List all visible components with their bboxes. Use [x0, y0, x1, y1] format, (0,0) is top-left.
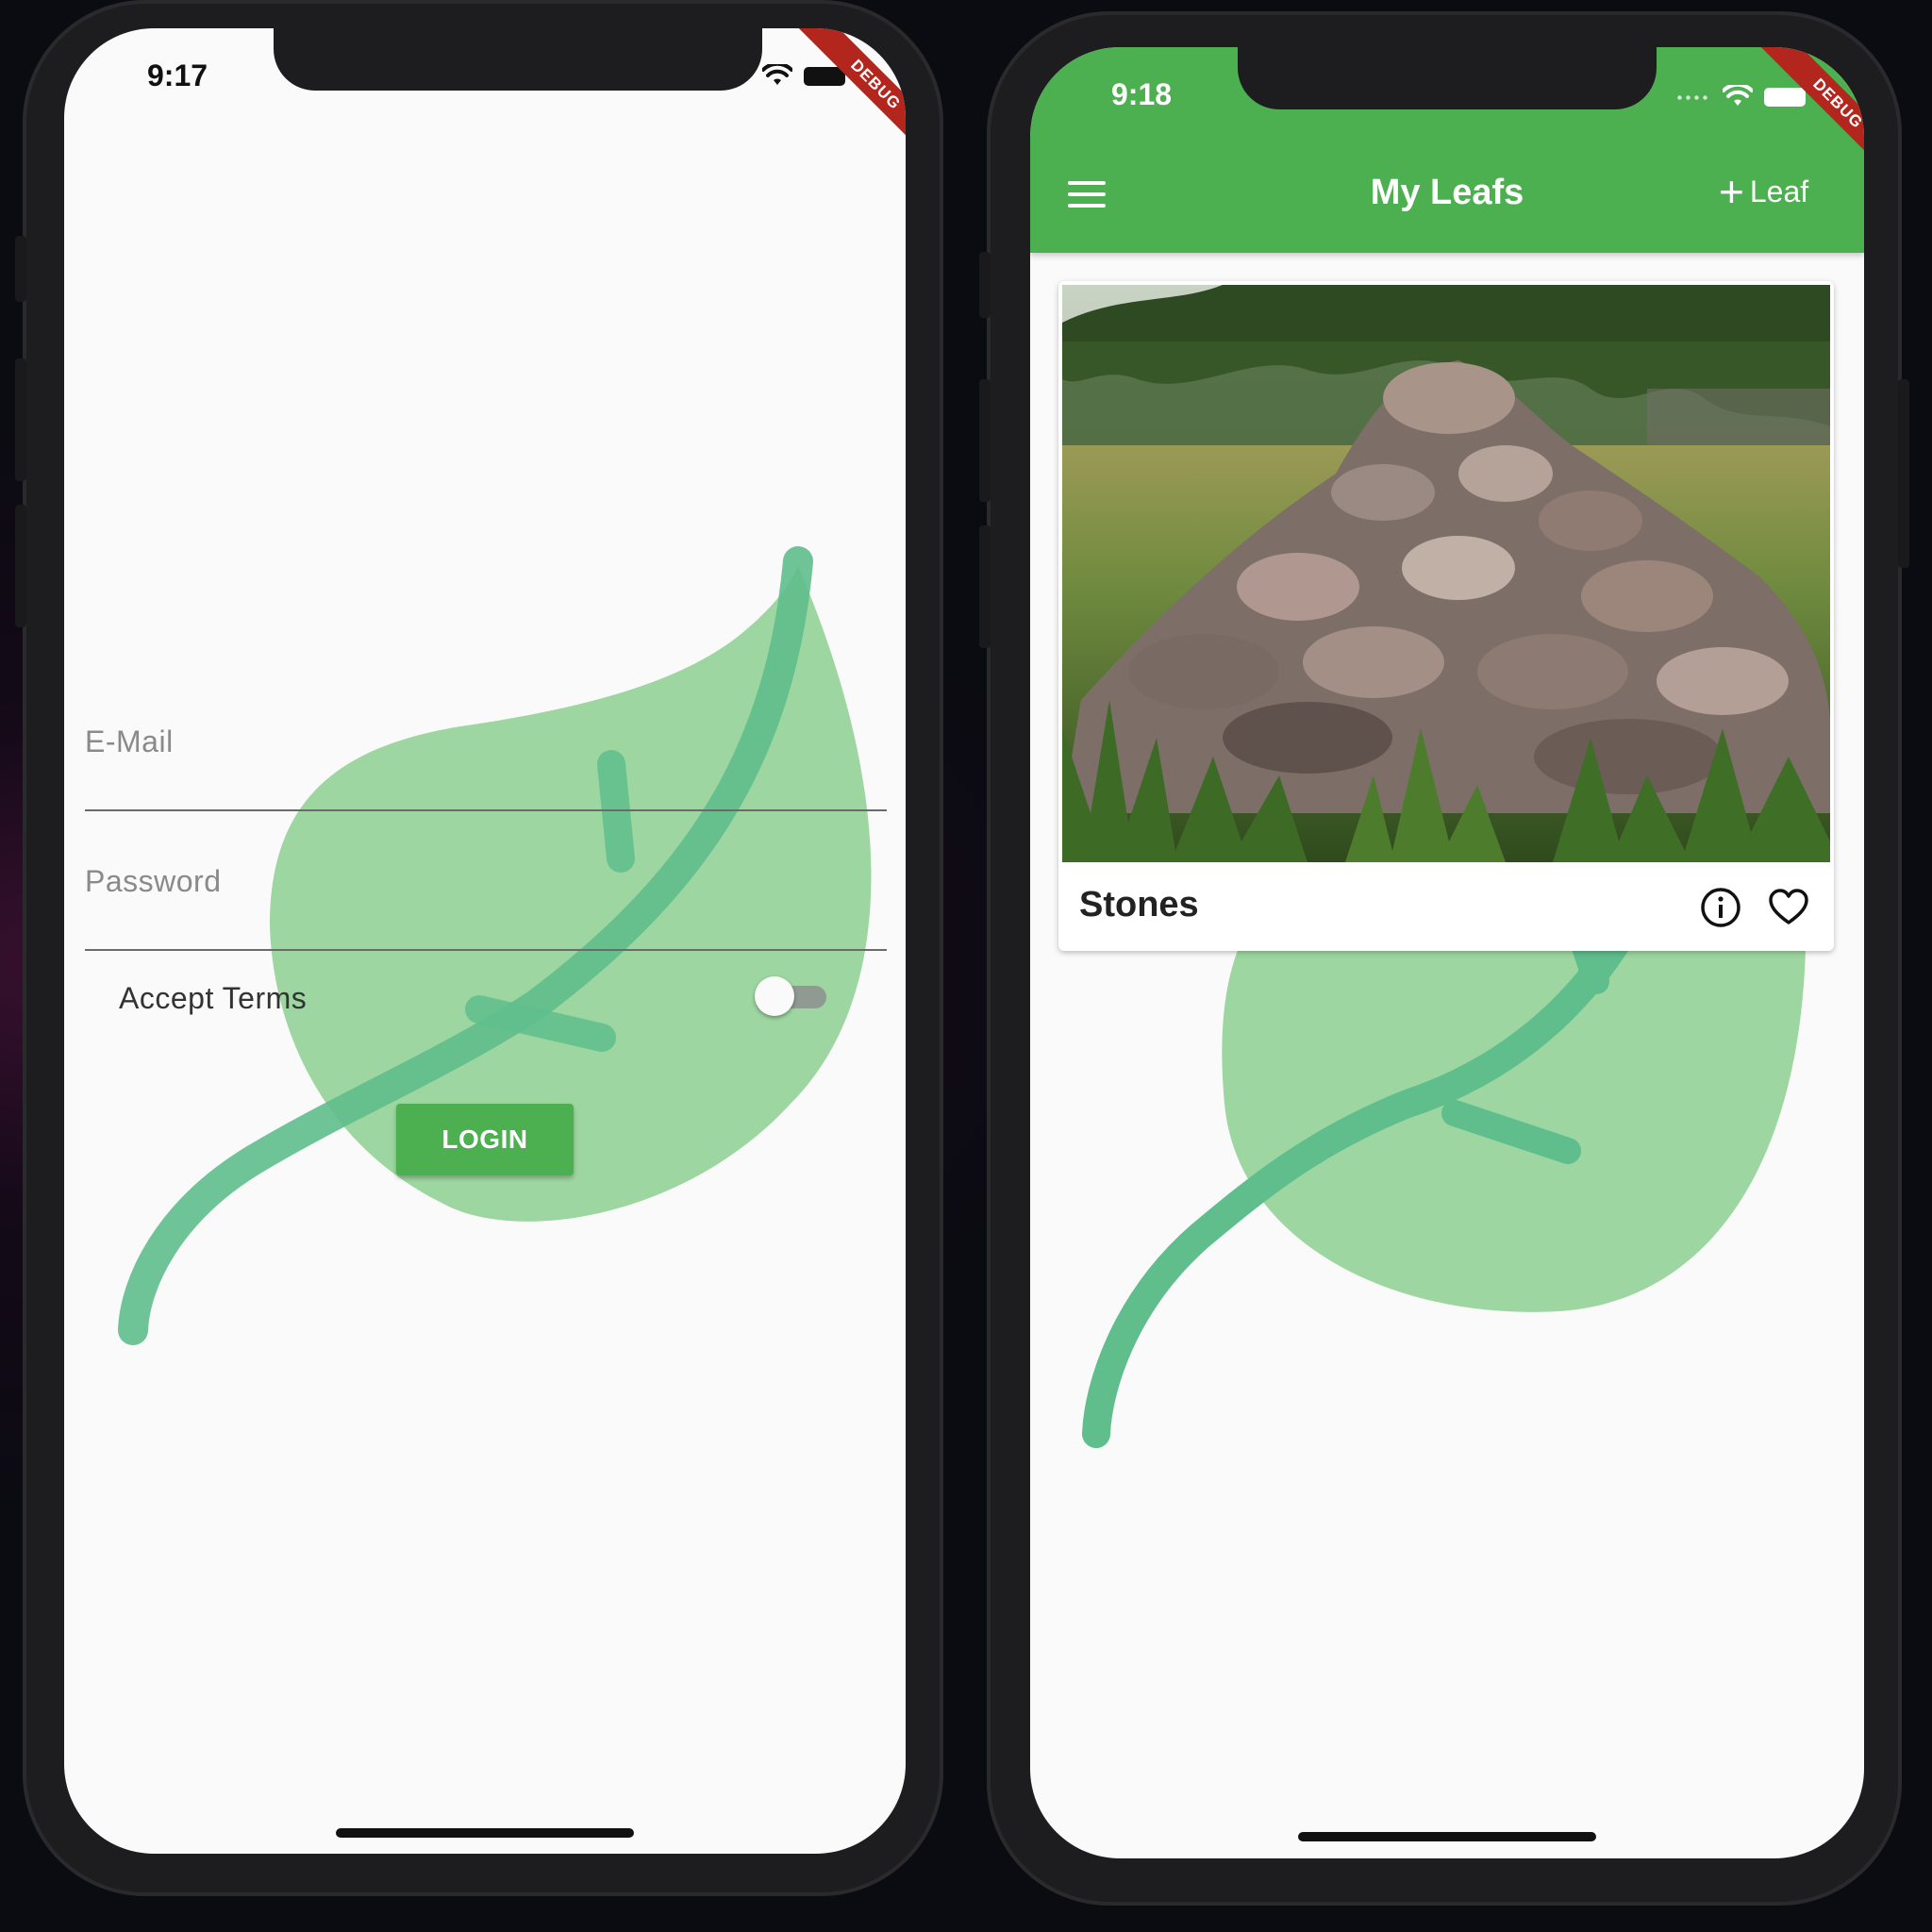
home-indicator [336, 1828, 634, 1838]
heart-outline-icon[interactable] [1768, 887, 1809, 928]
password-underline [85, 949, 887, 951]
battery-icon [804, 67, 845, 86]
phone-volume-up-button [15, 358, 26, 481]
screenshot-stage: 9:17 DEBUG E-Mail Password Accept Terms … [0, 0, 1932, 1932]
email-underline [85, 809, 887, 811]
plus-icon: + [1719, 167, 1744, 216]
switch-thumb [755, 976, 794, 1016]
wifi-icon [1723, 85, 1753, 106]
phone-side-button [15, 236, 26, 302]
phone-side-button [979, 252, 991, 318]
home-indicator [1298, 1832, 1596, 1841]
leaf-card[interactable]: Stones [1058, 281, 1834, 951]
signal-dots-icon [1675, 94, 1711, 100]
status-time: 9:17 [147, 58, 208, 92]
leaf-body [1222, 896, 1807, 1312]
password-field[interactable]: Password [85, 864, 887, 951]
email-field[interactable]: E-Mail [85, 724, 887, 811]
info-icon[interactable] [1700, 887, 1741, 928]
password-placeholder: Password [85, 864, 222, 898]
card-title: Stones [1079, 885, 1199, 924]
add-leaf-button[interactable]: + Leaf [1719, 170, 1808, 213]
accept-terms-switch[interactable] [755, 976, 828, 1016]
status-icons [1675, 85, 1806, 109]
email-placeholder: E-Mail [85, 724, 174, 758]
status-time: 9:18 [1111, 77, 1173, 111]
phone-power-button [1898, 379, 1909, 568]
phone-volume-down-button [15, 505, 26, 627]
phone-volume-down-button [979, 525, 991, 648]
stone-pile-photo [1062, 285, 1830, 862]
add-leaf-label: Leaf [1749, 174, 1809, 208]
accept-terms-label: Accept Terms [119, 981, 308, 1015]
card-photo [1062, 285, 1830, 862]
login-button[interactable]: LOGIN [396, 1104, 574, 1175]
notch [1238, 47, 1657, 109]
battery-icon [1764, 88, 1806, 107]
wifi-icon [762, 64, 792, 85]
login-screen: 9:17 DEBUG E-Mail Password Accept Terms … [64, 28, 906, 1854]
phone-volume-up-button [979, 379, 991, 502]
notch [274, 28, 762, 91]
list-screen: 9:18 My Leafs + Leaf DEBUG Stones [1030, 47, 1864, 1858]
